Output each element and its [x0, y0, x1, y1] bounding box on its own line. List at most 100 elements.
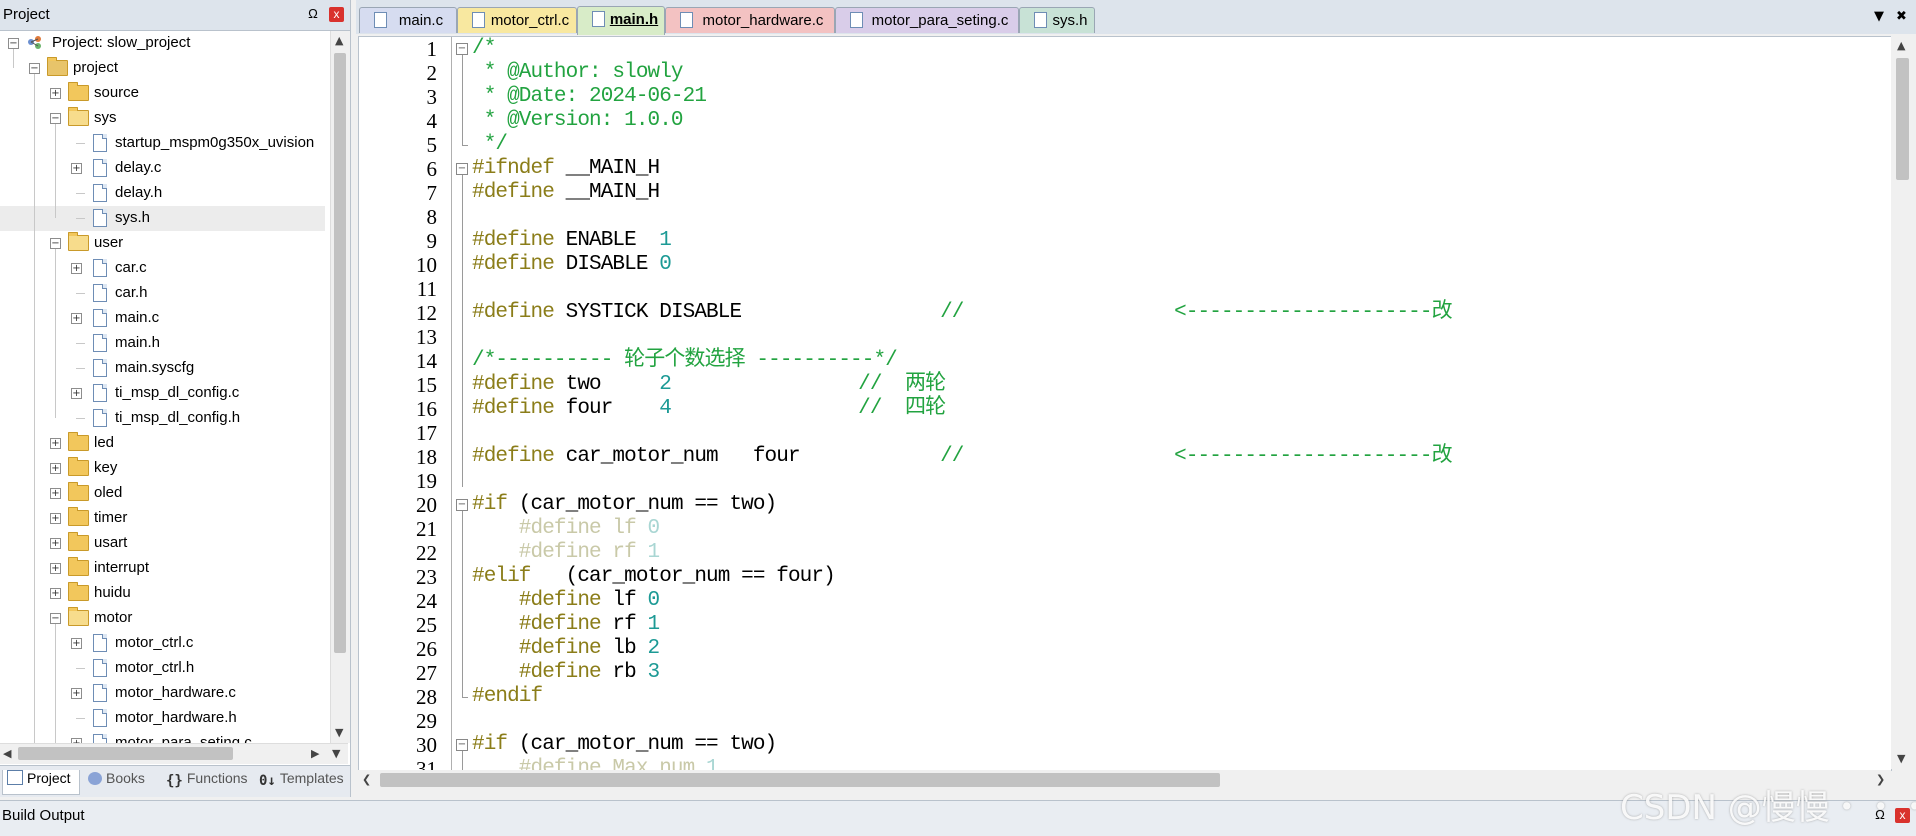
tree-vertical-scrollbar[interactable]: ▲ ▼: [330, 31, 350, 743]
books-icon: [88, 772, 102, 785]
scroll-down-icon[interactable]: ▼: [1897, 752, 1905, 765]
expand-icon[interactable]: +: [71, 163, 82, 174]
fold-toggle-icon[interactable]: −: [456, 739, 468, 751]
scroll-left-icon[interactable]: ◀: [3, 747, 11, 760]
tree-horizontal-scrollbar-thumb[interactable]: [18, 747, 233, 760]
editor-vertical-scrollbar[interactable]: ▲ ▼: [1891, 36, 1914, 769]
expand-icon[interactable]: +: [50, 588, 61, 599]
tree-item[interactable]: − sys: [0, 106, 325, 131]
tree-horizontal-scrollbar[interactable]: ◀ ▶ ▼: [0, 743, 348, 764]
tree-vertical-scrollbar-thumb[interactable]: [334, 53, 346, 653]
tree-connector: [55, 124, 56, 218]
project-panel: Project Ω x − Project: slow_project − proje…: [0, 0, 351, 797]
expand-icon[interactable]: +: [71, 688, 82, 699]
tree-item-label: sys.h: [115, 209, 151, 226]
tree-item[interactable]: + motor_hardware.c: [0, 681, 325, 706]
editor-vertical-scrollbar-thumb[interactable]: [1896, 58, 1909, 180]
tab-functions[interactable]: {} Functions: [162, 770, 252, 794]
editor-tab[interactable]: sys.h: [1019, 7, 1095, 33]
tree-item[interactable]: + led: [0, 431, 325, 456]
tree-item[interactable]: sys.h: [0, 206, 325, 231]
code-token: #define: [518, 613, 602, 636]
expand-icon[interactable]: +: [71, 638, 82, 649]
tree-item[interactable]: + oled: [0, 481, 325, 506]
tree-item[interactable]: − motor: [0, 606, 325, 631]
expand-icon[interactable]: +: [71, 388, 82, 399]
code-token: 2: [647, 637, 661, 660]
tree-item[interactable]: + timer: [0, 506, 325, 531]
tree-item[interactable]: delay.h: [0, 181, 325, 206]
tree-item[interactable]: startup_mspm0g350x_uvision: [0, 131, 325, 156]
file-icon: [93, 659, 107, 677]
tab-books[interactable]: Books: [84, 770, 156, 794]
expand-icon[interactable]: +: [71, 263, 82, 274]
line-number: 6: [426, 157, 438, 181]
tree-item[interactable]: + source: [0, 81, 325, 106]
code-token: rb: [600, 661, 648, 684]
editor-tab[interactable]: main.c: [359, 7, 457, 33]
editor-tab[interactable]: main.h: [577, 6, 665, 35]
expand-icon[interactable]: +: [50, 463, 61, 474]
collapse-icon[interactable]: −: [8, 38, 19, 49]
collapse-icon[interactable]: −: [50, 113, 61, 124]
tab-templates[interactable]: 0↓ Templates: [255, 770, 349, 794]
project-icon: [26, 34, 44, 50]
editor-tab-label: main.c: [398, 12, 444, 29]
pin-icon[interactable]: Ω: [306, 6, 320, 22]
code-token: */: [472, 133, 508, 156]
tree-item[interactable]: motor_ctrl.h: [0, 656, 325, 681]
editor-tab[interactable]: motor_hardware.c: [665, 7, 835, 33]
code-editor[interactable]: 1 2 3 4 5 6 7 8 9 10 11 12 13 14 15 16 17 18 19 20 21 22 23 24 2…: [358, 36, 1892, 771]
tree-item[interactable]: − Project: slow_project: [0, 31, 325, 56]
expand-icon[interactable]: +: [50, 88, 61, 99]
tree-item[interactable]: − project: [0, 56, 325, 81]
tree-item[interactable]: + car.c: [0, 256, 325, 281]
tab-list-dropdown-icon[interactable]: ▼: [1874, 9, 1884, 24]
tree-item[interactable]: + key: [0, 456, 325, 481]
code-token: #define: [472, 253, 555, 276]
collapse-icon[interactable]: −: [50, 613, 61, 624]
tab-project[interactable]: Project: [2, 770, 80, 795]
scroll-right-icon[interactable]: ▶: [311, 747, 319, 760]
tree-item[interactable]: + usart: [0, 531, 325, 556]
close-panel-button[interactable]: x: [329, 7, 344, 22]
collapse-icon[interactable]: −: [50, 238, 61, 249]
expand-icon[interactable]: +: [71, 313, 82, 324]
tree-item[interactable]: car.h: [0, 281, 325, 306]
scroll-down-icon[interactable]: ▼: [335, 726, 343, 739]
tree-item[interactable]: main.h: [0, 331, 325, 356]
tree-item[interactable]: main.syscfg: [0, 356, 325, 381]
expand-icon[interactable]: +: [50, 538, 61, 549]
tree-item[interactable]: ti_msp_dl_config.h: [0, 406, 325, 431]
close-tab-icon[interactable]: ✖: [1896, 9, 1907, 24]
expand-icon[interactable]: +: [50, 563, 61, 574]
code-token: * @Author: slowly: [472, 61, 684, 84]
code-token: // 两轮: [670, 373, 946, 396]
tree-item[interactable]: +motor_para_seting.c: [0, 731, 325, 743]
editor-tab[interactable]: motor_para_seting.c: [835, 7, 1019, 33]
tree-item[interactable]: + huidu: [0, 581, 325, 606]
scroll-up-icon[interactable]: ▲: [335, 34, 343, 47]
tree-item[interactable]: motor_hardware.h: [0, 706, 325, 731]
fold-toggle-icon[interactable]: −: [456, 163, 468, 175]
expand-icon[interactable]: +: [50, 488, 61, 499]
code-line: /*: [472, 37, 496, 61]
tree-item[interactable]: − user: [0, 231, 325, 256]
line-number: 17: [416, 421, 437, 445]
tree-item[interactable]: + main.c: [0, 306, 325, 331]
tree-item[interactable]: + interrupt: [0, 556, 325, 581]
tree-item-label: huidu: [94, 584, 131, 601]
scroll-down-icon[interactable]: ▼: [332, 747, 340, 760]
expand-icon[interactable]: +: [50, 513, 61, 524]
fold-toggle-icon[interactable]: −: [456, 499, 468, 511]
expand-icon[interactable]: +: [50, 438, 61, 449]
collapse-icon[interactable]: −: [29, 63, 40, 74]
scroll-up-icon[interactable]: ▲: [1897, 39, 1905, 52]
tree-item[interactable]: + ti_msp_dl_config.c: [0, 381, 325, 406]
tree-item[interactable]: + motor_ctrl.c: [0, 631, 325, 656]
fold-toggle-icon[interactable]: −: [456, 43, 468, 55]
editor-horizontal-scrollbar-thumb[interactable]: [380, 773, 1220, 787]
editor-tab[interactable]: motor_ctrl.c: [457, 7, 577, 33]
scroll-left-icon[interactable]: ❮: [362, 773, 371, 786]
tree-item[interactable]: + delay.c: [0, 156, 325, 181]
